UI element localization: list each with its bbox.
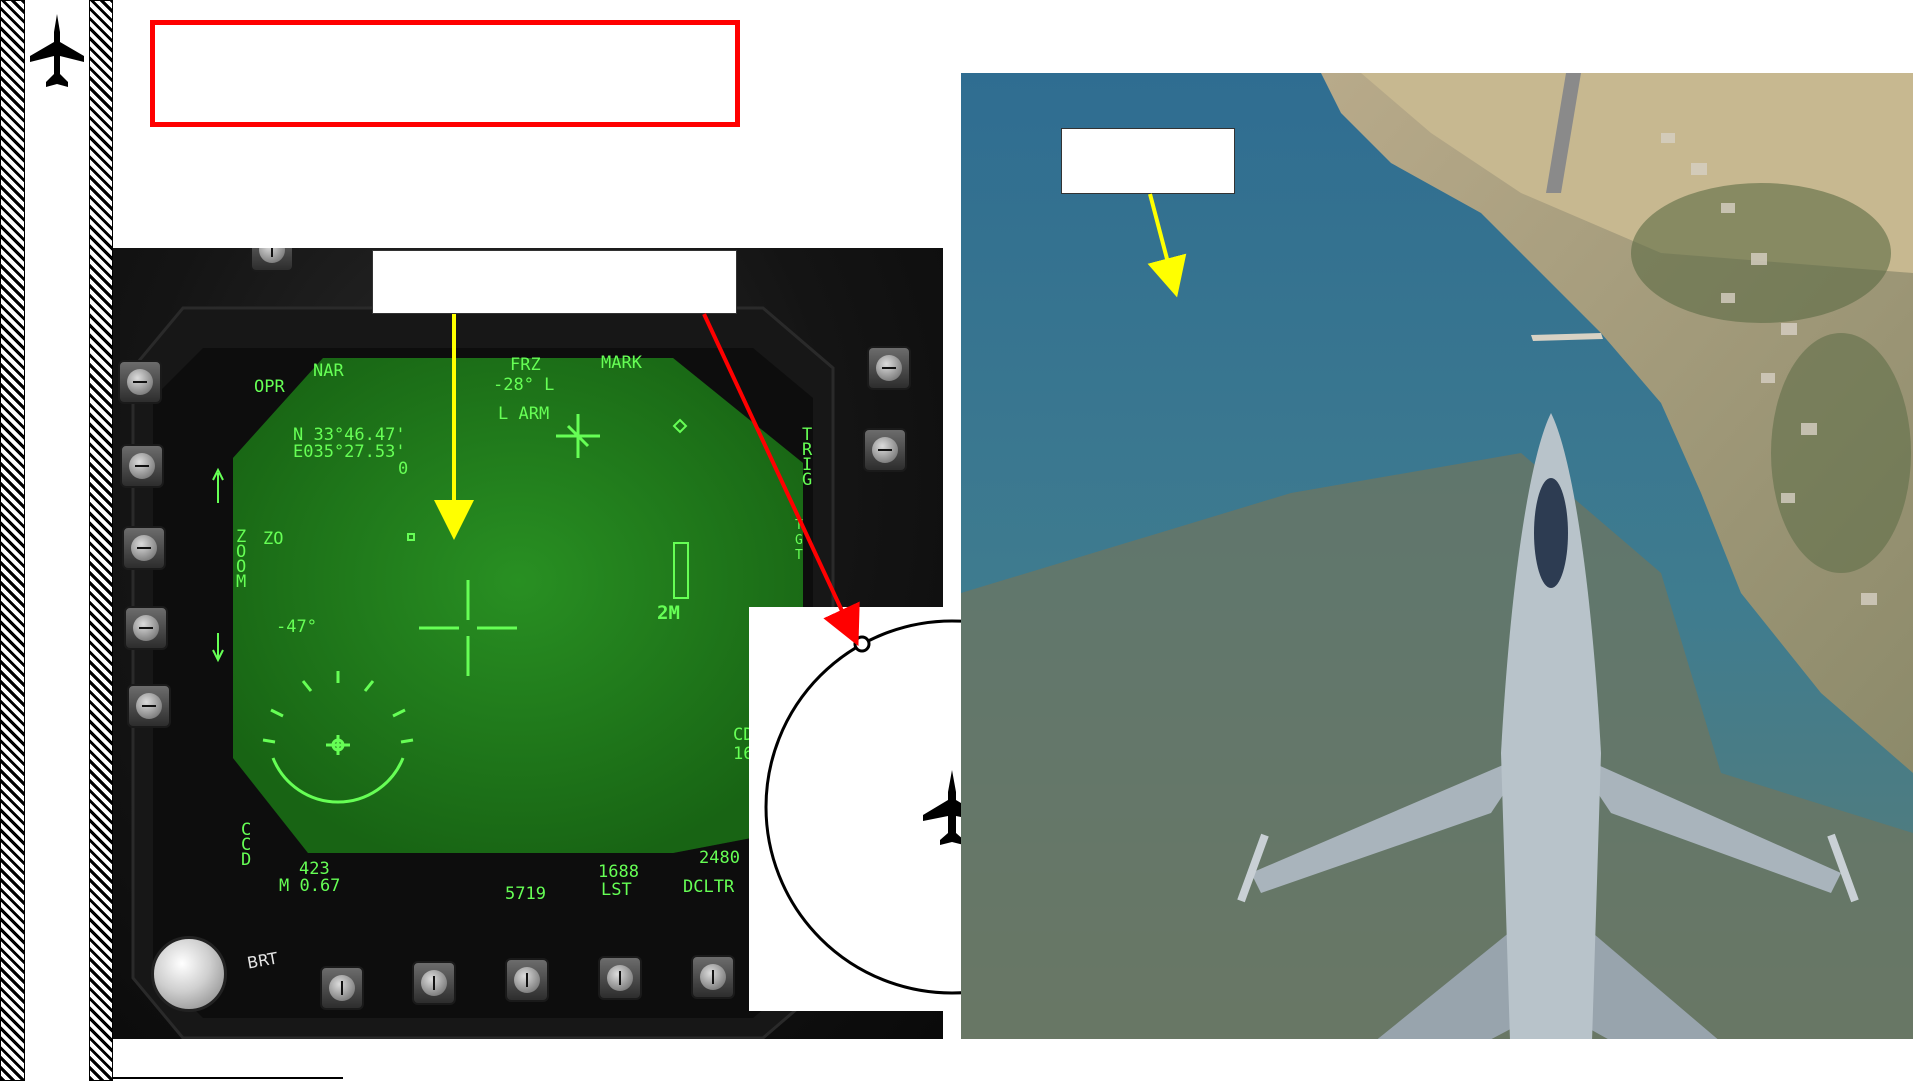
mfd-sensor-angle: -47° bbox=[276, 617, 317, 637]
osb-bottom-1[interactable] bbox=[320, 966, 364, 1010]
osb-left-4[interactable] bbox=[124, 606, 168, 650]
mfd-callout-box bbox=[372, 250, 737, 314]
osb-bottom-5[interactable] bbox=[691, 955, 735, 999]
osb-left-3[interactable] bbox=[122, 526, 166, 570]
aircraft-photo bbox=[961, 73, 1913, 1039]
mfd-depression: -28° L bbox=[493, 375, 555, 395]
mfd-mach: M 0.67 bbox=[279, 876, 341, 896]
mfd-ccd: CCD bbox=[241, 820, 252, 870]
mfd-lst: LST bbox=[601, 880, 632, 900]
mfd-zoom-label: ZOOM bbox=[236, 527, 247, 592]
mfd-range-mode: 2M bbox=[657, 602, 680, 624]
sidebar-stripe-right bbox=[89, 0, 113, 1081]
mfd-arm: L ARM bbox=[498, 404, 550, 424]
mfd-tgt: TGT bbox=[795, 518, 803, 563]
designation-point-marker bbox=[853, 635, 871, 653]
osb-bottom-4[interactable] bbox=[598, 956, 642, 1000]
mfd-alt-zero: 0 bbox=[398, 459, 409, 479]
mfd-mark: MARK bbox=[601, 353, 642, 373]
osb-bottom-2[interactable] bbox=[412, 961, 456, 1005]
mfd-frz: FRZ bbox=[510, 355, 541, 375]
osb-left-5[interactable] bbox=[127, 684, 171, 728]
brightness-knob[interactable] bbox=[151, 936, 227, 1012]
osb-right-1[interactable] bbox=[867, 346, 911, 390]
sidebar-stripe-left bbox=[0, 0, 25, 1081]
mfd-dcltr-value: 2480 bbox=[699, 848, 740, 868]
title-box bbox=[150, 20, 740, 127]
osb-right-2[interactable] bbox=[863, 428, 907, 472]
mfd-dcltr: DCLTR bbox=[683, 877, 735, 897]
osb-top-1[interactable] bbox=[250, 248, 294, 272]
photo-callout-box bbox=[1061, 128, 1235, 194]
mfd-zoom-level: ZO bbox=[263, 529, 284, 549]
osb-left-2[interactable] bbox=[120, 444, 164, 488]
mfd-lon: E035°27.53' bbox=[293, 442, 406, 462]
mfd-trig: TRIG bbox=[802, 425, 813, 490]
jet-logo-icon bbox=[30, 14, 84, 87]
osb-bottom-3[interactable] bbox=[505, 958, 549, 1002]
osb-left-1[interactable] bbox=[118, 360, 162, 404]
mfd-bottom-alt: 5719 bbox=[505, 884, 546, 904]
mfd-nar: NAR bbox=[313, 361, 344, 381]
footer-rule bbox=[113, 1077, 343, 1079]
mfd-opr: OPR bbox=[254, 377, 285, 397]
